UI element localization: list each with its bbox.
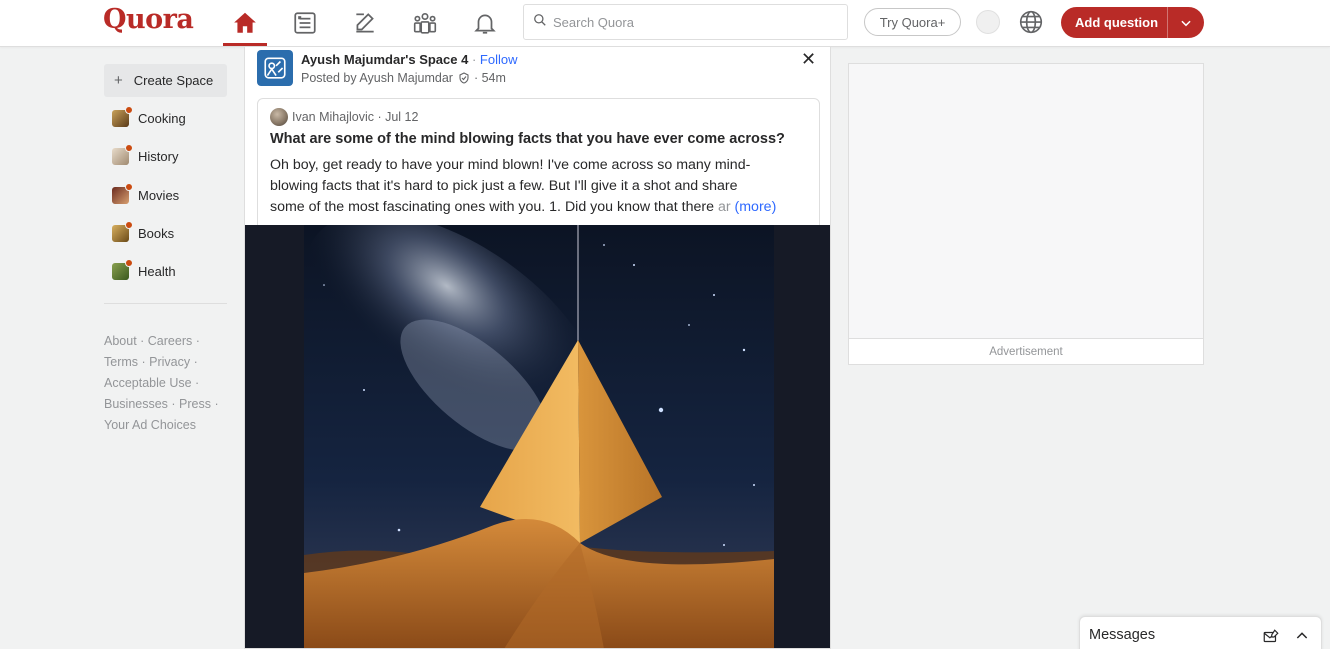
- posted-by-line: Posted by Ayush Majumdar · 54m: [301, 71, 506, 85]
- space-logo[interactable]: [257, 50, 293, 86]
- sidebar-item-cooking[interactable]: Cooking: [112, 105, 186, 128]
- sidebar-item-books[interactable]: Books: [112, 220, 175, 243]
- follow-link[interactable]: Follow: [480, 52, 518, 67]
- sidebar-item-movies[interactable]: Movies: [112, 182, 180, 205]
- top-nav-bar: Quora Search Quora Try Quora+ Add questi…: [0, 0, 1330, 47]
- messages-panel[interactable]: Messages: [1079, 616, 1322, 649]
- posted-by-text[interactable]: Posted by Ayush Majumdar: [301, 71, 453, 85]
- privacy-link[interactable]: Privacy: [149, 355, 190, 369]
- sidebar-divider: [104, 303, 227, 304]
- shared-author-line: Ivan Mihajlovic · Jul 12: [270, 108, 418, 126]
- terms-link[interactable]: Terms: [104, 355, 138, 369]
- advertisement-label: Advertisement: [849, 338, 1203, 364]
- try-quora-plus-button[interactable]: Try Quora+: [864, 8, 961, 36]
- feed-post-card: Ayush Majumdar's Space 4 · Follow Posted…: [244, 47, 831, 649]
- space-name[interactable]: Ayush Majumdar's Space 4: [301, 52, 468, 67]
- careers-link[interactable]: Careers: [148, 334, 192, 348]
- verified-badge-icon: [458, 72, 470, 84]
- close-icon[interactable]: ✕: [801, 49, 816, 70]
- search-icon: [533, 13, 547, 32]
- home-icon[interactable]: [230, 8, 260, 38]
- author-name[interactable]: Ivan Mihajlovic: [292, 110, 374, 124]
- sidebar-item-label: Cooking: [138, 110, 186, 126]
- more-link[interactable]: (more): [735, 199, 777, 215]
- answer-date: · Jul 12: [377, 110, 419, 124]
- author-avatar[interactable]: [270, 108, 288, 126]
- space-name-line: Ayush Majumdar's Space 4 · Follow: [301, 52, 518, 67]
- profile-avatar[interactable]: [976, 10, 1000, 34]
- chevron-up-icon[interactable]: [1294, 628, 1310, 649]
- press-link[interactable]: Press: [179, 397, 211, 411]
- question-title[interactable]: What are some of the mind blowing facts …: [270, 131, 785, 147]
- about-link[interactable]: About: [104, 334, 137, 348]
- plus-icon: +: [114, 72, 123, 89]
- quora-logo[interactable]: Quora: [103, 4, 194, 35]
- sidebar-item-label: Books: [138, 225, 175, 241]
- messages-label: Messages: [1089, 627, 1156, 643]
- post-time: · 54m: [473, 71, 506, 85]
- add-question-button[interactable]: Add question: [1061, 7, 1204, 38]
- following-icon[interactable]: [290, 8, 320, 38]
- answer-preview: Oh boy, get ready to have your mind blow…: [270, 157, 777, 215]
- sidebar-item-label: Health: [138, 263, 176, 279]
- space-thumbnail: [112, 182, 133, 204]
- space-thumbnail: [112, 105, 133, 127]
- businesses-link[interactable]: Businesses: [104, 397, 168, 411]
- home-active-indicator: [223, 43, 267, 46]
- footer-links: About · Careers · Terms · Privacy · Acce…: [104, 334, 219, 432]
- create-space-label: Create Space: [133, 73, 214, 88]
- compose-message-icon[interactable]: [1262, 628, 1280, 649]
- acceptable-use-link[interactable]: Acceptable Use: [104, 376, 192, 390]
- sidebar-item-history[interactable]: History: [112, 143, 179, 166]
- post-image[interactable]: [245, 225, 830, 648]
- chevron-down-icon[interactable]: [1168, 16, 1204, 30]
- space-thumbnail: [112, 258, 133, 280]
- space-thumbnail: [112, 143, 133, 165]
- create-space-button[interactable]: + Create Space: [104, 64, 227, 97]
- sidebar-item-label: Movies: [138, 187, 180, 203]
- advertisement-box[interactable]: Advertisement: [848, 63, 1204, 365]
- search-placeholder: Search Quora: [553, 14, 634, 30]
- answer-icon[interactable]: [350, 8, 380, 38]
- add-question-label: Add question: [1075, 15, 1159, 30]
- search-input[interactable]: Search Quora: [523, 4, 848, 40]
- notifications-icon[interactable]: [470, 8, 500, 38]
- globe-icon[interactable]: [1018, 9, 1044, 40]
- ad-choices-link[interactable]: Your Ad Choices: [104, 418, 196, 432]
- spaces-icon[interactable]: [410, 8, 440, 38]
- desert-pyramid-image: [304, 225, 774, 648]
- sidebar-item-health[interactable]: Health: [112, 258, 176, 281]
- sidebar-item-label: History: [138, 148, 179, 164]
- space-thumbnail: [112, 220, 133, 242]
